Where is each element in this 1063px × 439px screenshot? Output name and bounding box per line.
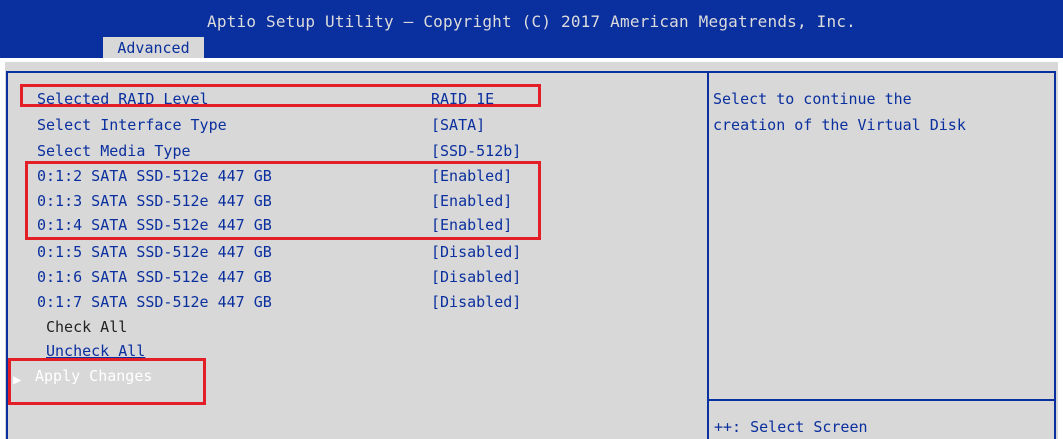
help-separator xyxy=(709,399,1055,401)
setting-label-interface-type[interactable]: Select Interface Type xyxy=(37,116,227,134)
tab-advanced[interactable]: Advanced xyxy=(103,37,204,58)
highlight-enabled-disks xyxy=(25,161,541,240)
disk-state-0-1-6[interactable]: [Disabled] xyxy=(431,268,521,286)
setting-label-media-type[interactable]: Select Media Type xyxy=(37,142,191,160)
disk-row-0-1-5[interactable]: 0:1:5 SATA SSD-512e 447 GB xyxy=(37,243,272,261)
help-divider xyxy=(707,72,709,439)
highlight-apply-changes xyxy=(8,358,206,405)
help-text: Select to continue the creation of the V… xyxy=(713,90,966,134)
setting-value-media-type[interactable]: [SSD-512b] xyxy=(431,142,521,160)
disk-row-0-1-7[interactable]: 0:1:7 SATA SSD-512e 447 GB xyxy=(37,293,272,311)
highlight-raid-level xyxy=(20,84,541,107)
check-all-action[interactable]: Check All xyxy=(46,318,127,336)
disk-state-0-1-5[interactable]: [Disabled] xyxy=(431,243,521,261)
disk-state-0-1-7[interactable]: [Disabled] xyxy=(431,293,521,311)
setting-value-interface-type[interactable]: [SATA] xyxy=(431,116,485,134)
disk-row-0-1-6[interactable]: 0:1:6 SATA SSD-512e 447 GB xyxy=(37,268,272,286)
key-hint-select-screen: ++: Select Screen xyxy=(714,418,868,436)
window-title: Aptio Setup Utility – Copyright (C) 2017… xyxy=(207,12,856,31)
